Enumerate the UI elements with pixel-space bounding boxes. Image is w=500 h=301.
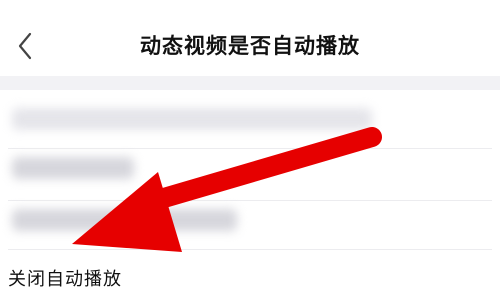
top-bar: 动态视频是否自动播放 xyxy=(0,0,500,76)
option-item-blurred-3[interactable] xyxy=(0,201,500,259)
blurred-option-text xyxy=(12,209,237,231)
option-item-blurred-1[interactable] xyxy=(0,90,500,148)
page-title: 动态视频是否自动播放 xyxy=(140,34,360,58)
blurred-option-text xyxy=(12,157,134,179)
divider xyxy=(8,249,492,250)
option-disable-autoplay[interactable]: 关闭自动播放 xyxy=(8,265,122,291)
option-item-blurred-2[interactable] xyxy=(0,149,500,207)
blurred-option-text xyxy=(12,108,372,130)
screen: 动态视频是否自动播放 关闭自动播放 xyxy=(0,0,500,301)
